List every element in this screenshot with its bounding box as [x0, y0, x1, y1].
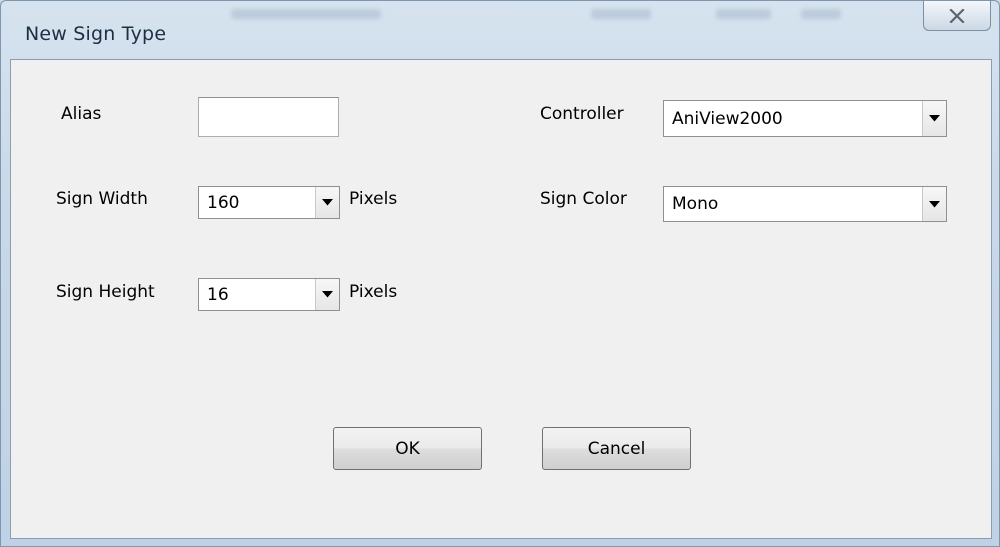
sign-height-value: 16 — [207, 284, 229, 305]
close-button[interactable] — [923, 1, 991, 31]
sign-color-label: Sign Color — [540, 189, 627, 209]
ok-button[interactable]: OK — [333, 427, 482, 470]
sign-color-dropdown[interactable]: Mono — [663, 186, 947, 222]
sign-width-unit: Pixels — [349, 189, 398, 209]
sign-width-dropdown[interactable]: 160 — [198, 186, 340, 219]
alias-label: Alias — [61, 104, 102, 124]
controller-value: AniView2000 — [672, 108, 783, 129]
dialog-client-area: Alias Sign Width 160 Pixels Sign Height … — [10, 59, 992, 539]
sign-width-label: Sign Width — [56, 189, 148, 209]
controller-label: Controller — [540, 104, 624, 124]
sign-height-dropdown[interactable]: 16 — [198, 278, 340, 311]
chevron-down-icon[interactable] — [922, 101, 946, 136]
new-sign-type-dialog: New Sign Type Alias Sign Width 160 Pixel… — [0, 0, 1000, 547]
sign-height-unit: Pixels — [349, 282, 398, 302]
sign-color-value: Mono — [672, 194, 719, 214]
alias-input[interactable] — [198, 97, 339, 137]
close-x-icon — [949, 8, 965, 23]
chevron-down-icon[interactable] — [922, 187, 946, 221]
chevron-down-icon[interactable] — [315, 279, 339, 310]
title-bar[interactable]: New Sign Type — [1, 1, 999, 59]
chevron-down-icon[interactable] — [315, 187, 339, 218]
controller-dropdown[interactable]: AniView2000 — [663, 100, 947, 137]
sign-width-value: 160 — [207, 192, 240, 213]
window-title: New Sign Type — [25, 23, 167, 45]
sign-height-label: Sign Height — [56, 282, 155, 302]
cancel-button[interactable]: Cancel — [542, 427, 691, 470]
